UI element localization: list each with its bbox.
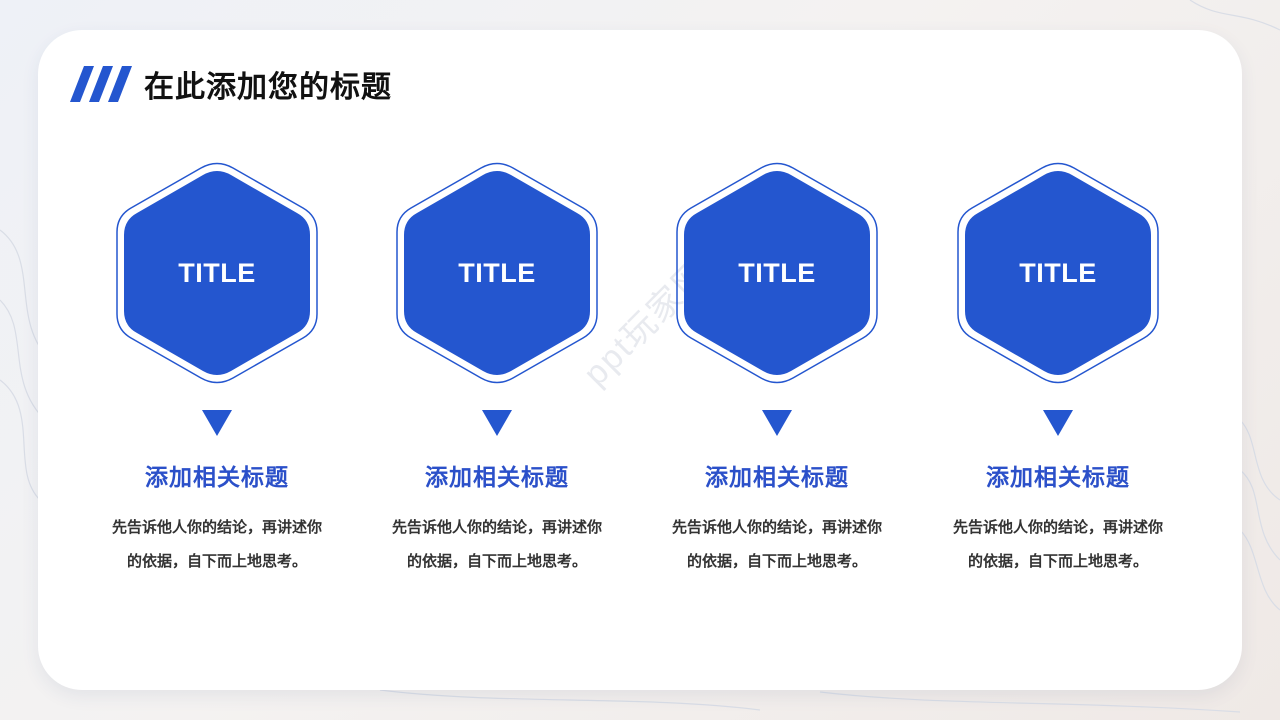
down-triangle-icon — [1043, 410, 1073, 436]
hexagon-label: TITLE — [178, 258, 256, 288]
step-description-line-2: 的依据，自下而上地思考。 — [967, 552, 1148, 570]
step-description: 先告诉他人你的结论，再讲述你 的依据，自下而上地思考。 — [86, 510, 348, 578]
step-title: 添加相关标题 — [705, 465, 849, 491]
step-title: 添加相关标题 — [425, 465, 569, 491]
step-title: 添加相关标题 — [145, 465, 289, 491]
step-description-line-2: 的依据，自下而上地思考。 — [686, 552, 867, 570]
hexagon-badge: TITLE — [675, 162, 879, 384]
hexagon-badge: TITLE — [115, 162, 319, 384]
step-title: 添加相关标题 — [986, 465, 1130, 491]
step-item-3: TITLE 添加相关标题 先告诉他人你的结论，再讲述你 的依据，自下而上地思考。 — [637, 162, 917, 578]
step-description: 先告诉他人你的结论，再讲述你 的依据，自下而上地思考。 — [646, 510, 908, 578]
step-description: 先告诉他人你的结论，再讲述你 的依据，自下而上地思考。 — [927, 510, 1189, 578]
page-title: 在此添加您的标题 — [144, 70, 392, 105]
step-description: 先告诉他人你的结论，再讲述你 的依据，自下而上地思考。 — [366, 510, 628, 578]
hexagon-label: TITLE — [458, 258, 536, 288]
step-description-line-1: 先告诉他人你的结论，再讲述你 — [671, 518, 882, 536]
step-description-line-1: 先告诉他人你的结论，再讲述你 — [111, 518, 322, 536]
down-triangle-icon — [202, 410, 232, 436]
step-description-line-2: 的依据，自下而上地思考。 — [126, 552, 307, 570]
hexagon-label: TITLE — [1019, 258, 1097, 288]
down-triangle-icon — [482, 410, 512, 436]
down-triangle-icon — [762, 410, 792, 436]
step-description-line-1: 先告诉他人你的结论，再讲述你 — [952, 518, 1163, 536]
step-item-1: TITLE 添加相关标题 先告诉他人你的结论，再讲述你 的依据，自下而上地思考。 — [77, 162, 357, 578]
step-item-4: TITLE 添加相关标题 先告诉他人你的结论，再讲述你 的依据，自下而上地思考。 — [918, 162, 1198, 578]
hexagon-badge: TITLE — [395, 162, 599, 384]
triple-slash-stripes-icon — [70, 66, 132, 102]
header: 在此添加您的标题 — [70, 64, 392, 105]
hexagon-badge: TITLE — [956, 162, 1160, 384]
step-description-line-1: 先告诉他人你的结论，再讲述你 — [391, 518, 602, 536]
step-item-2: TITLE 添加相关标题 先告诉他人你的结论，再讲述你 的依据，自下而上地思考。 — [357, 162, 637, 578]
hexagon-label: TITLE — [738, 258, 816, 288]
step-description-line-2: 的依据，自下而上地思考。 — [406, 552, 587, 570]
